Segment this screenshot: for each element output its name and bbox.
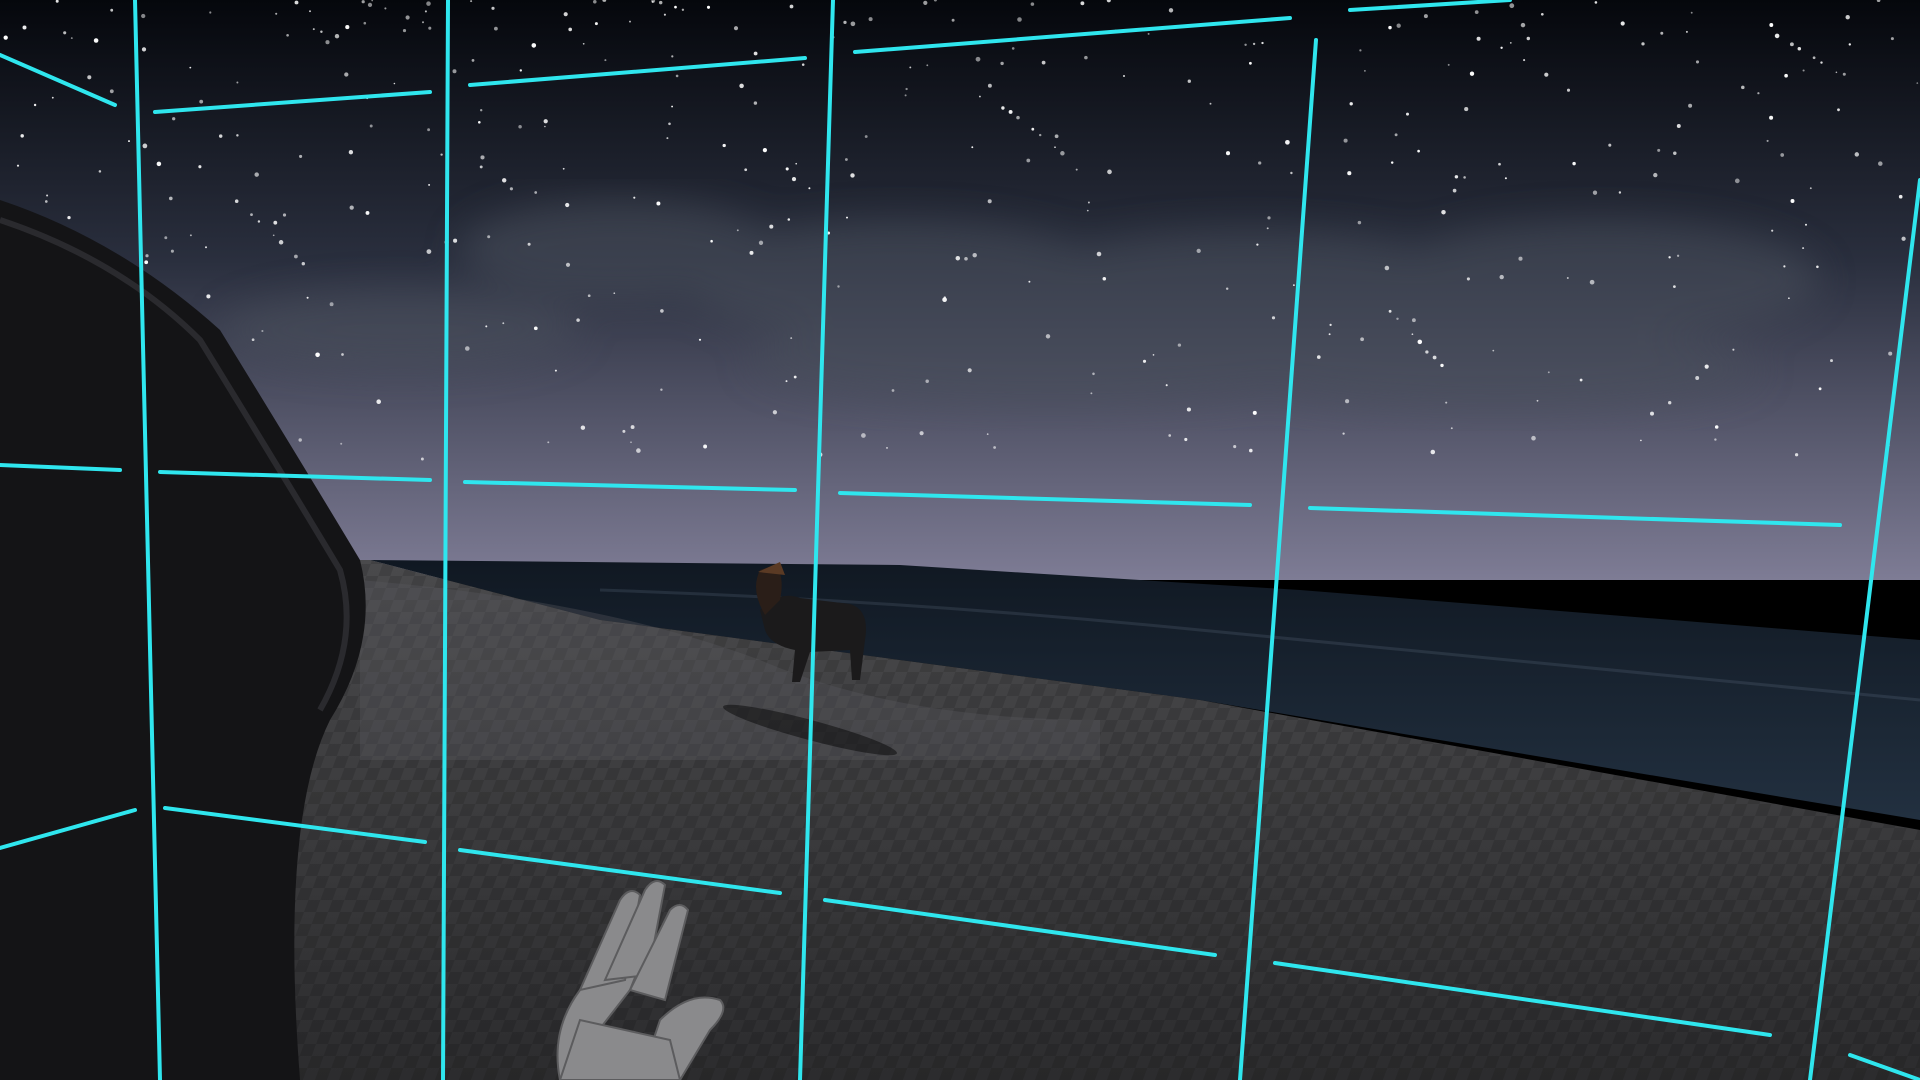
vr-viewport bbox=[0, 0, 1920, 1080]
game-scene bbox=[0, 0, 1920, 1080]
